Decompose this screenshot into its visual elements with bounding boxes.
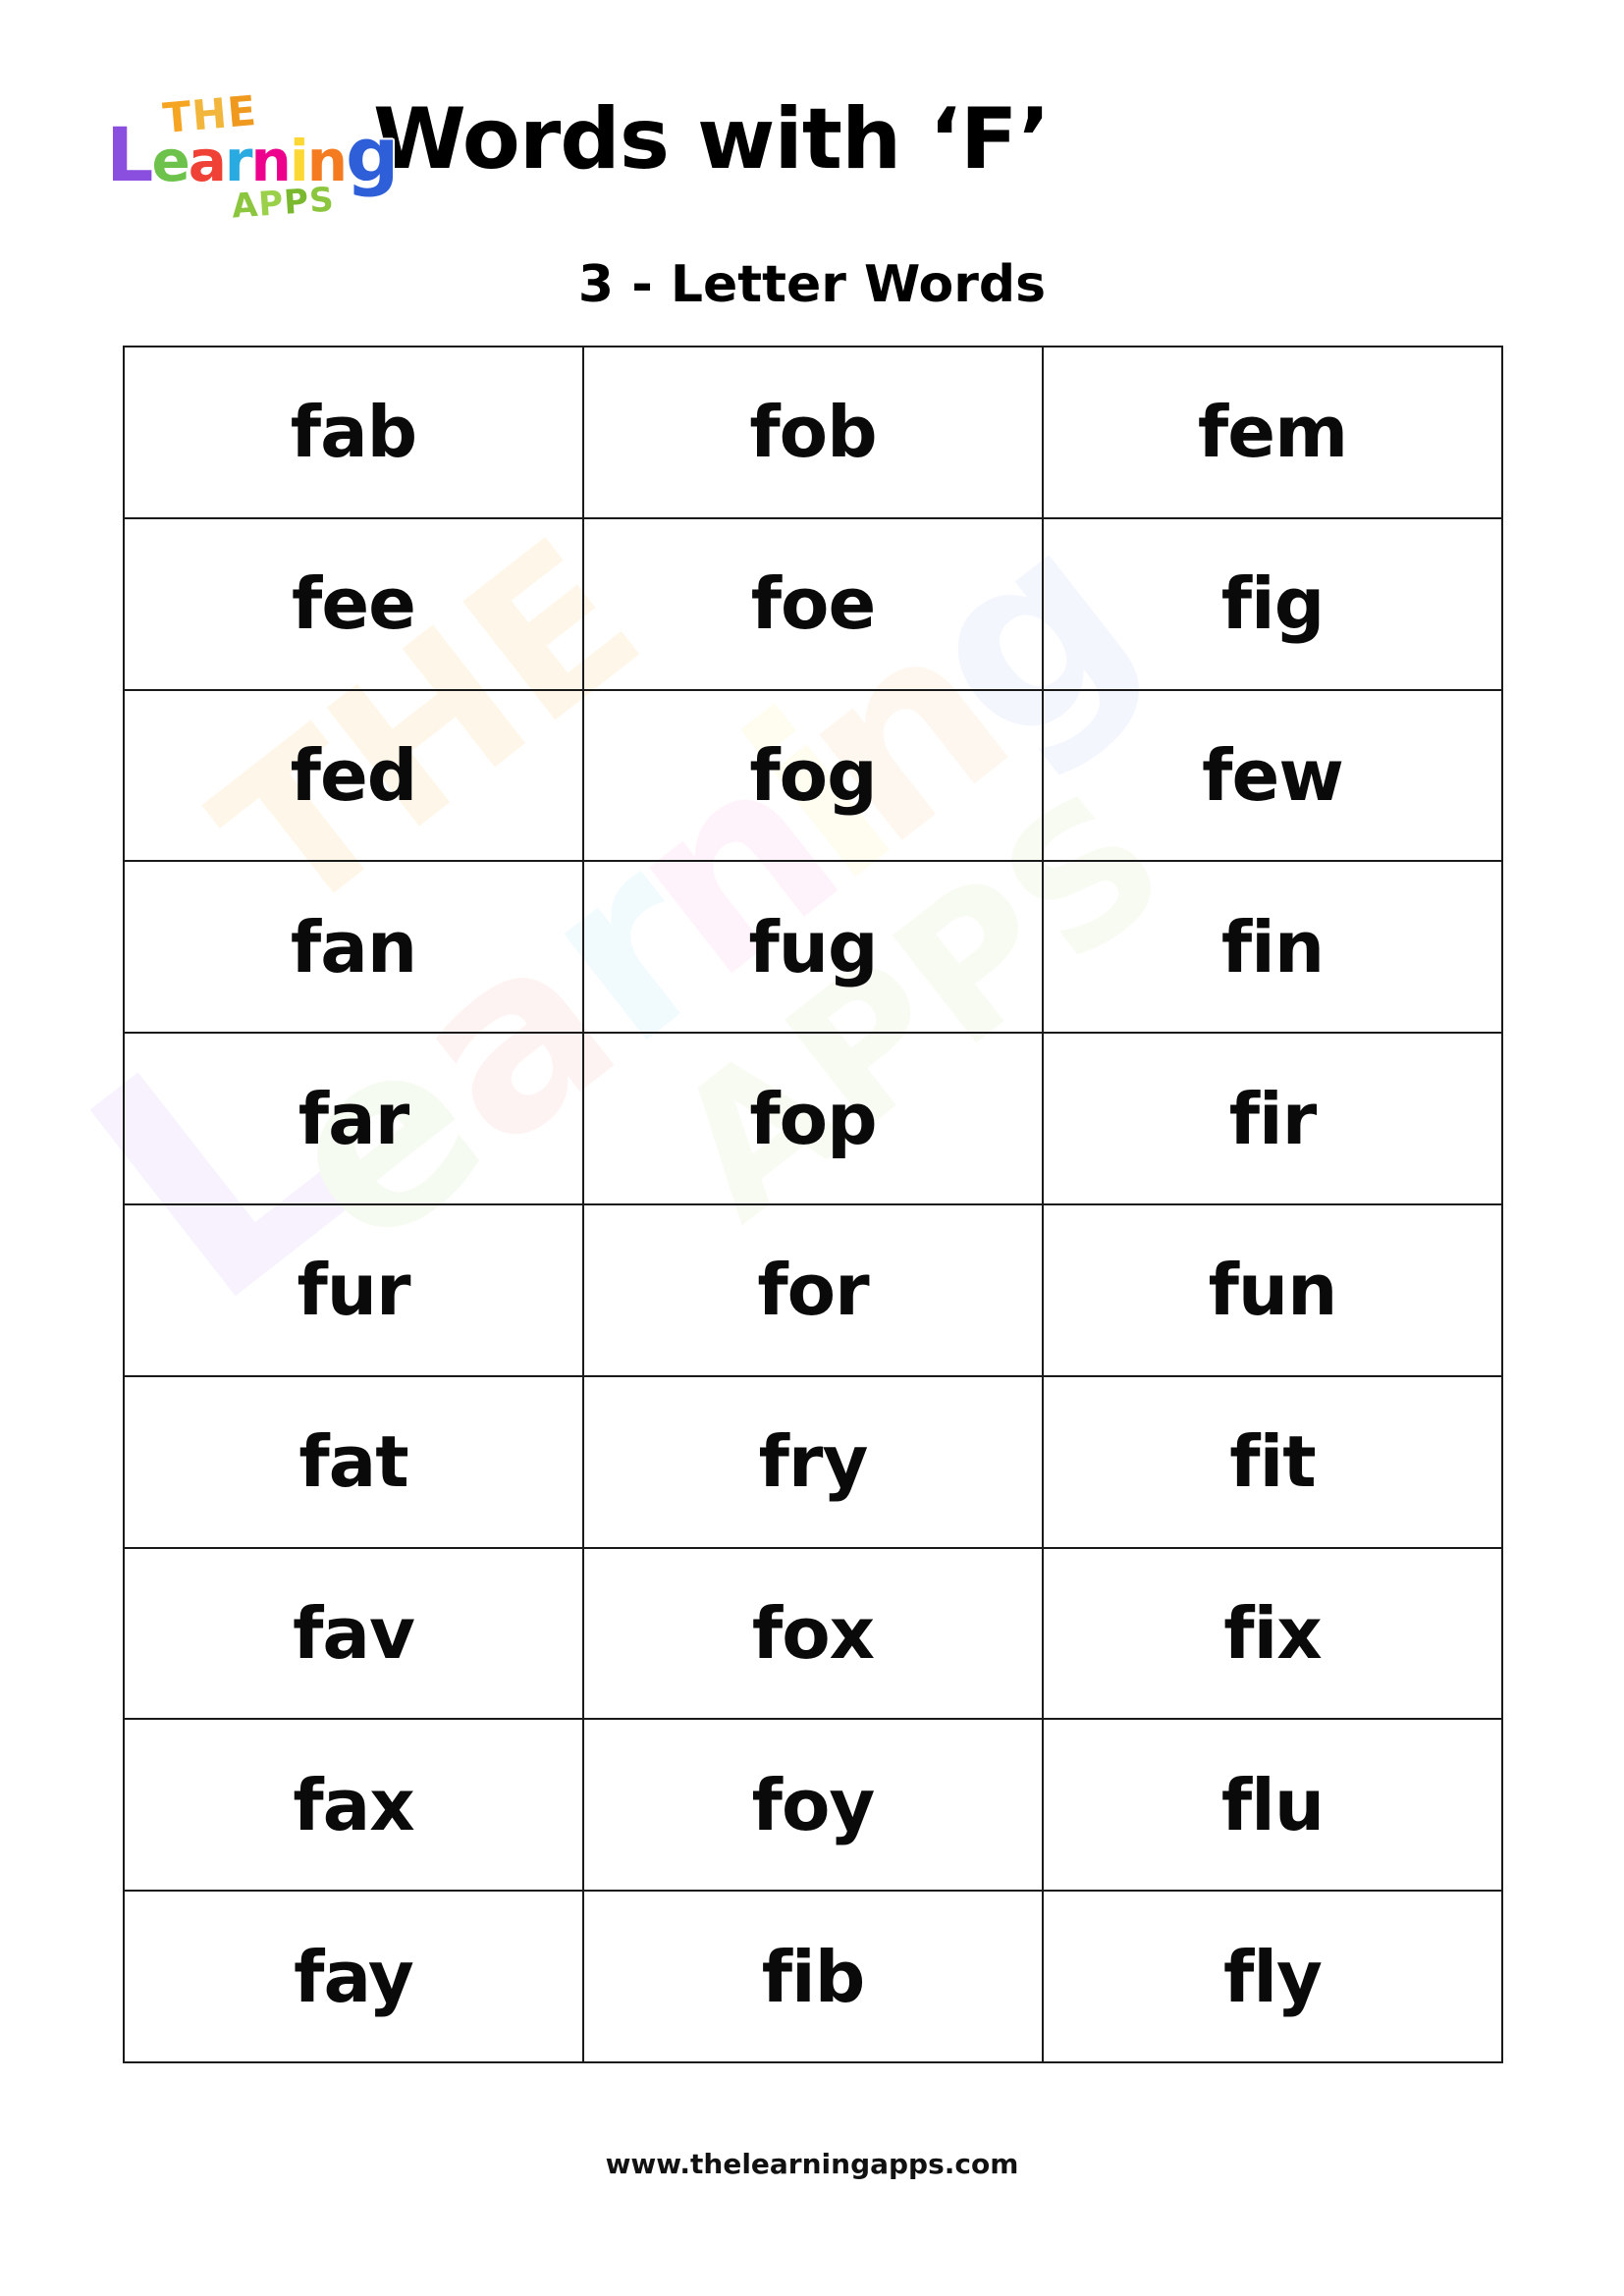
word-cell: fab: [123, 346, 584, 519]
word-cell: fug: [582, 860, 1044, 1035]
worksheet-page: THE L e a r n i n g APPS THE Learning AP…: [0, 0, 1624, 2296]
word-cell: fur: [123, 1202, 584, 1377]
word-text: fig: [1220, 562, 1326, 646]
word-list-table: fab fob fem fee foe fig fed fog few fan …: [123, 346, 1503, 2063]
word-text: fav: [293, 1591, 415, 1675]
page-subtitle: 3 - Letter Words: [577, 255, 1047, 314]
word-text: fin: [1220, 905, 1325, 988]
logo-apps-text: APPS: [230, 180, 336, 227]
word-text: fog: [749, 733, 877, 817]
word-cell: foy: [582, 1718, 1044, 1893]
word-text: fob: [749, 391, 877, 474]
word-cell: fir: [1042, 1032, 1503, 1205]
table-row: fur for fun: [123, 1202, 1503, 1377]
word-text: fir: [1228, 1077, 1318, 1160]
word-text: for: [757, 1249, 869, 1332]
word-cell: fed: [123, 688, 584, 863]
word-text: foy: [751, 1763, 876, 1846]
word-cell: foe: [582, 516, 1044, 691]
word-text: few: [1202, 733, 1344, 817]
word-cell: fop: [582, 1032, 1044, 1205]
word-text: fax: [293, 1763, 414, 1846]
logo-learning-text: Learning: [106, 111, 399, 198]
table-row: fax foy flu: [123, 1718, 1503, 1893]
word-text: foe: [750, 562, 877, 646]
word-text: fed: [290, 733, 418, 817]
brand-logo: THE Learning APPS: [106, 86, 399, 227]
table-row: fee foe fig: [123, 516, 1503, 691]
word-cell: fib: [582, 1890, 1044, 2063]
word-cell: for: [582, 1202, 1044, 1377]
word-text: fat: [298, 1420, 408, 1504]
word-text: fem: [1197, 391, 1348, 474]
word-text: fug: [748, 905, 878, 988]
word-cell: fit: [1042, 1374, 1503, 1549]
word-cell: fob: [582, 346, 1044, 519]
word-cell: fav: [123, 1546, 584, 1721]
word-text: fly: [1223, 1935, 1323, 2018]
word-cell: fox: [582, 1546, 1044, 1721]
table-row: far fop fir: [123, 1032, 1503, 1205]
word-cell: fig: [1042, 516, 1503, 691]
word-cell: flu: [1042, 1718, 1503, 1893]
page-title: Words with ‘F’: [373, 90, 1051, 188]
table-row: fat fry fit: [123, 1374, 1503, 1549]
word-text: fan: [290, 905, 417, 988]
word-cell: fay: [123, 1890, 584, 2063]
word-text: fun: [1208, 1249, 1338, 1332]
word-text: fab: [290, 391, 417, 474]
table-row: fav fox fix: [123, 1546, 1503, 1721]
word-cell: fun: [1042, 1202, 1503, 1377]
word-cell: few: [1042, 688, 1503, 863]
word-cell: fat: [123, 1374, 584, 1549]
word-cell: far: [123, 1032, 584, 1205]
page-header: THE Learning APPS Words with ‘F’ 3 - Let…: [0, 0, 1624, 334]
word-text: fop: [749, 1077, 877, 1160]
word-cell: fry: [582, 1374, 1044, 1549]
table-row: fay fib fly: [123, 1890, 1503, 2063]
word-cell: fix: [1042, 1546, 1503, 1721]
word-text: fox: [751, 1591, 875, 1675]
word-cell: fly: [1042, 1890, 1503, 2063]
footer-url[interactable]: www.thelearningapps.com: [0, 2148, 1624, 2180]
word-cell: fee: [123, 516, 584, 691]
table-row: fan fug fin: [123, 860, 1503, 1035]
word-text: fix: [1223, 1591, 1322, 1675]
word-text: fay: [294, 1935, 414, 2018]
word-cell: fem: [1042, 346, 1503, 519]
word-text: flu: [1220, 1763, 1325, 1846]
word-text: fur: [297, 1249, 410, 1332]
table-row: fab fob fem: [123, 346, 1503, 519]
word-cell: fog: [582, 688, 1044, 863]
word-cell: fan: [123, 860, 584, 1035]
word-text: fib: [761, 1935, 866, 2018]
word-text: fee: [292, 562, 416, 646]
word-cell: fax: [123, 1718, 584, 1893]
word-text: fry: [758, 1420, 869, 1504]
word-text: fit: [1229, 1420, 1316, 1504]
table-row: fed fog few: [123, 688, 1503, 863]
word-text: far: [298, 1077, 409, 1160]
word-cell: fin: [1042, 860, 1503, 1035]
